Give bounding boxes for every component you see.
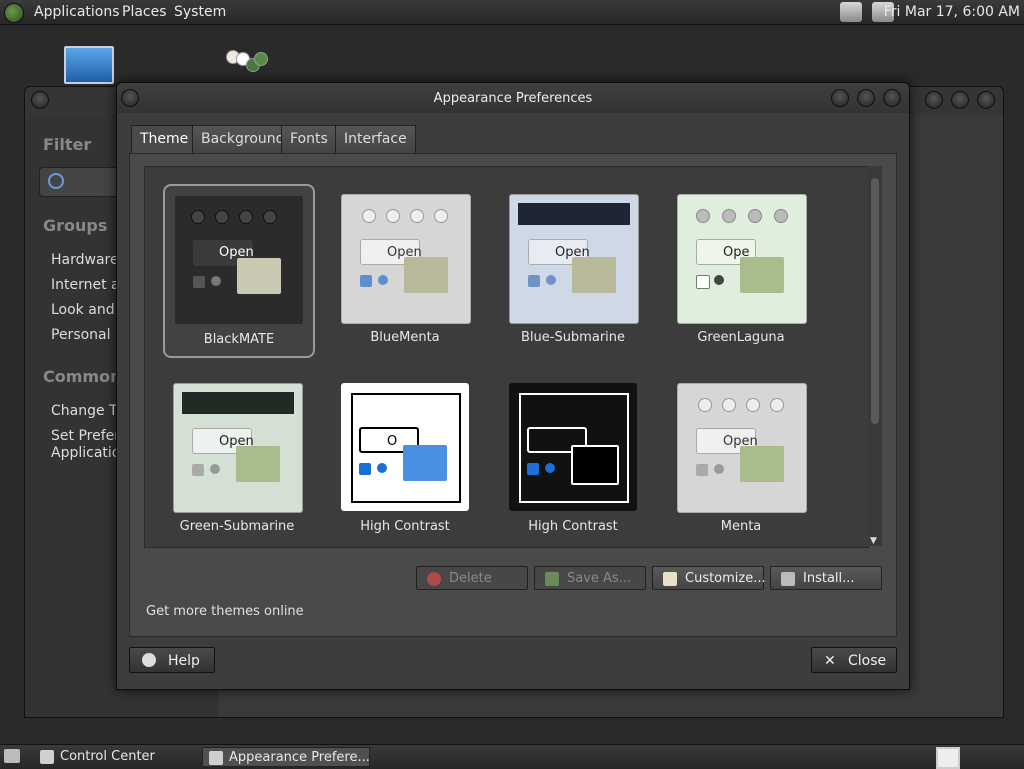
theme-thumbnail: Open (341, 194, 471, 324)
minimize-button[interactable] (925, 91, 943, 109)
theme-name: BlueMenta (370, 330, 440, 345)
group-item-hardware[interactable]: Hardware (51, 252, 119, 268)
flower-desktop-icon[interactable] (224, 48, 268, 78)
theme-thumbnail: Open (509, 194, 639, 324)
close-icon: ✕ (824, 653, 836, 669)
theme-scrollbar[interactable]: ▼ (868, 166, 882, 546)
computer-desktop-icon[interactable] (64, 46, 114, 84)
theme-item-blue-submarine[interactable]: Open Blue-Submarine (499, 184, 647, 354)
common-item-applications[interactable]: Applicatio (51, 445, 120, 461)
minimize-button[interactable] (831, 89, 849, 107)
theme-name: High Contrast (528, 519, 618, 534)
appearance-icon (209, 751, 223, 765)
install-icon (781, 572, 795, 586)
groups-heading: Groups (43, 216, 108, 235)
close-button[interactable] (883, 89, 901, 107)
customize-icon (663, 572, 677, 586)
theme-thumbnail: Open (175, 196, 303, 324)
menu-applications[interactable]: Applications (34, 4, 120, 20)
menu-places[interactable]: Places (122, 4, 167, 20)
theme-item-high-contrast-inverse[interactable]: High Contrast (499, 373, 647, 543)
theme-item-high-contrast[interactable]: O High Contrast (331, 373, 479, 543)
theme-tab-panel: Open BlackMATE Open BlueMenta Open Blue-… (129, 153, 897, 637)
bottom-panel: Control Center Appearance Prefere... (0, 744, 1024, 769)
theme-thumbnail: O (341, 383, 469, 511)
theme-thumbnail: Open (677, 383, 807, 513)
get-more-themes-link[interactable]: Get more themes online (146, 604, 304, 619)
save-icon (545, 572, 559, 586)
task-appearance-preferences[interactable]: Appearance Prefere... (202, 747, 370, 767)
theme-name: GreenLaguna (697, 330, 785, 345)
theme-thumbnail: Ope (677, 194, 807, 324)
close-button[interactable] (977, 91, 995, 109)
tab-background[interactable]: Background (192, 125, 294, 153)
theme-name: Green-Submarine (179, 519, 295, 534)
dialog-title: Appearance Preferences (433, 91, 593, 106)
help-icon (142, 653, 156, 667)
close-button[interactable]: ✕ Close (811, 647, 897, 673)
install-button[interactable]: Install... (770, 566, 882, 590)
scroll-down-arrow-icon[interactable]: ▼ (870, 536, 877, 546)
tab-theme[interactable]: Theme (131, 125, 198, 154)
maximize-button[interactable] (857, 89, 875, 107)
group-item-personal[interactable]: Personal (51, 327, 111, 343)
workspace-switcher[interactable] (936, 747, 960, 769)
task-control-center[interactable]: Control Center (34, 747, 198, 767)
top-panel: Applications Places System Fri Mar 17, 6… (0, 0, 1024, 25)
theme-name: BlackMATE (203, 332, 275, 347)
menu-system[interactable]: System (174, 4, 226, 20)
volume-icon[interactable] (840, 2, 862, 22)
theme-item-bluementa[interactable]: Open BlueMenta (331, 184, 479, 354)
tab-fonts[interactable]: Fonts (281, 125, 337, 153)
tab-interface[interactable]: Interface (335, 125, 416, 153)
theme-item-green-submarine[interactable]: Open Green-Submarine (163, 373, 311, 543)
theme-grid: Open BlackMATE Open BlueMenta Open Blue-… (144, 166, 869, 548)
dialog-titlebar[interactable]: Appearance Preferences (117, 83, 909, 113)
appearance-preferences-dialog: Appearance Preferences Theme Background … (116, 82, 910, 690)
control-center-icon (40, 750, 54, 764)
theme-item-menta[interactable]: Open Menta (667, 373, 815, 543)
show-desktop-icon[interactable] (4, 749, 20, 763)
delete-button[interactable]: Delete (416, 566, 528, 590)
theme-thumbnail (509, 383, 637, 511)
filter-heading: Filter (43, 135, 92, 154)
save-as-button[interactable]: Save As... (534, 566, 646, 590)
scrollbar-thumb[interactable] (871, 178, 879, 424)
theme-item-blackmate[interactable]: Open BlackMATE (163, 184, 315, 358)
theme-name: High Contrast (360, 519, 450, 534)
maximize-button[interactable] (951, 91, 969, 109)
theme-name: Blue-Submarine (520, 330, 626, 345)
theme-name: Menta (720, 519, 762, 534)
help-button[interactable]: Help (129, 647, 215, 673)
customize-button[interactable]: Customize... (652, 566, 766, 590)
menu-logo-icon[interactable] (4, 3, 24, 23)
delete-icon (427, 572, 441, 586)
theme-item-greenlaguna[interactable]: Ope GreenLaguna (667, 184, 815, 354)
window-menu-button[interactable] (31, 91, 49, 109)
theme-thumbnail: Open (173, 383, 303, 513)
clock[interactable]: Fri Mar 17, 6:00 AM (884, 4, 1020, 20)
search-icon (48, 173, 64, 189)
